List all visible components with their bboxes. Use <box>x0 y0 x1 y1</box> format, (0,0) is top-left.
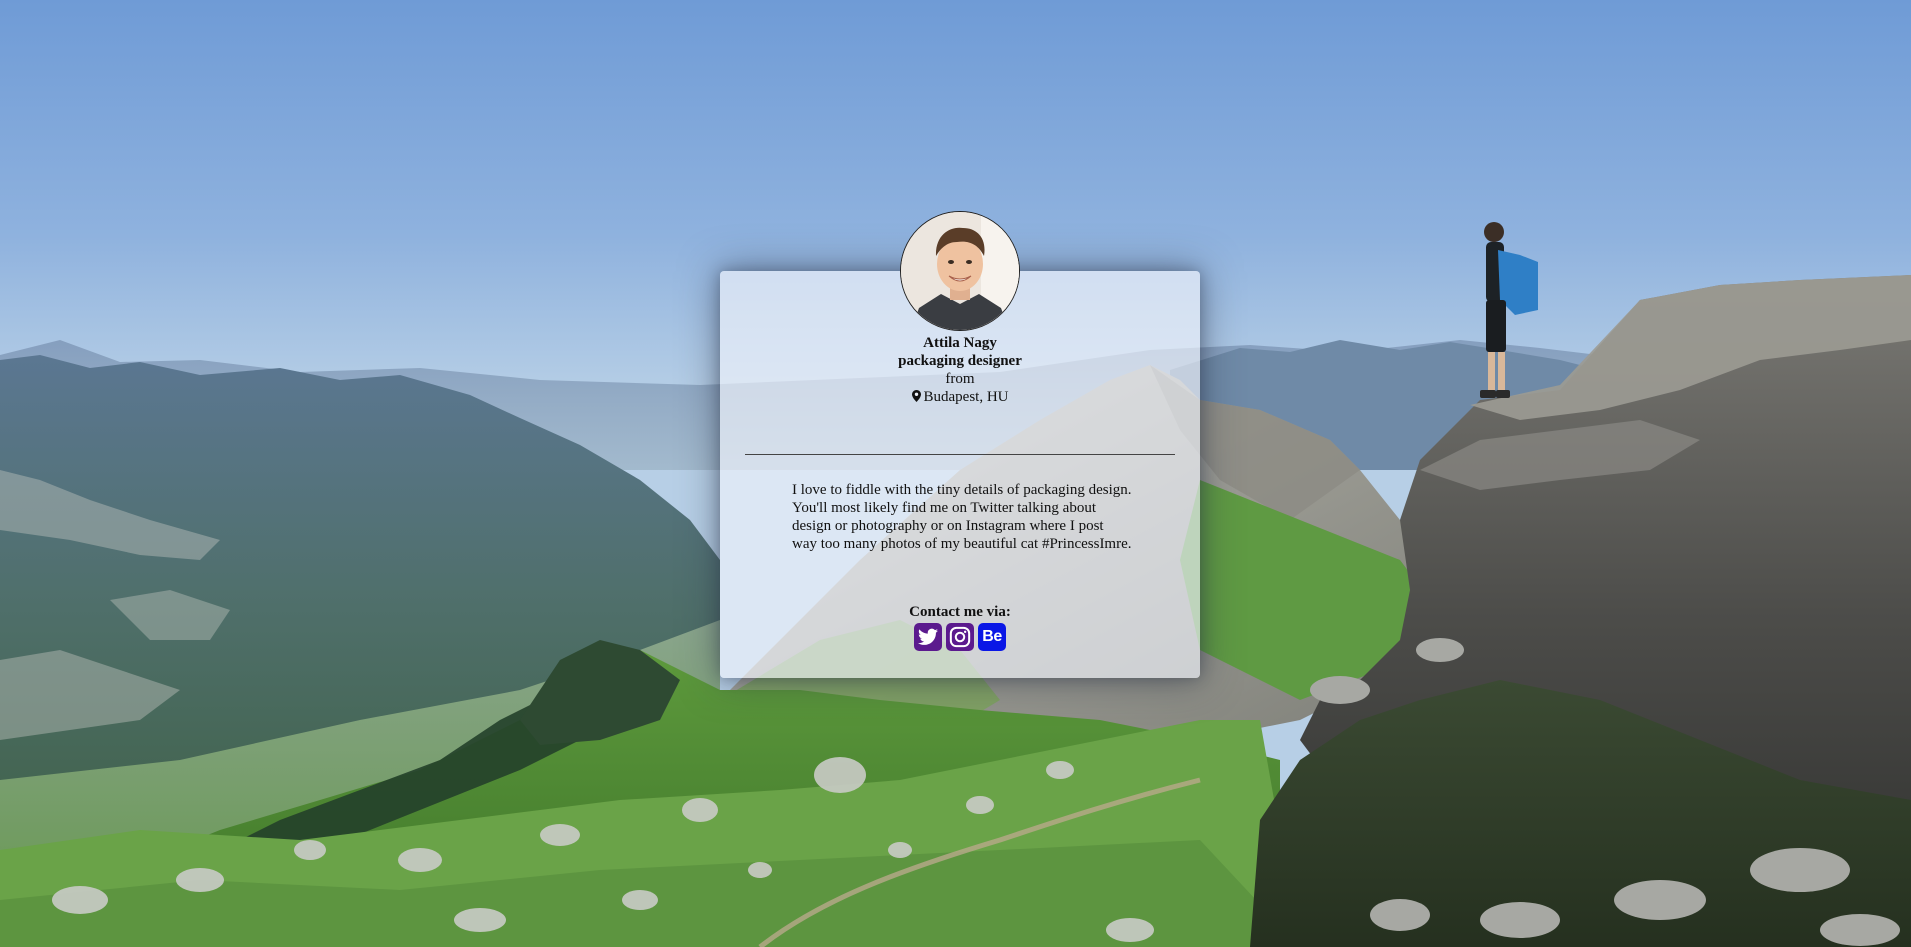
avatar <box>900 211 1020 331</box>
profile-bio: I love to fiddle with the tiny details o… <box>792 482 1132 552</box>
divider <box>745 454 1175 455</box>
from-label: from <box>945 371 975 387</box>
twitter-icon <box>918 628 938 646</box>
location-text: Budapest, HU <box>923 389 1009 405</box>
contact-label: Contact me via: <box>909 604 1011 620</box>
map-pin-icon <box>911 389 921 402</box>
profile-identity: Attila Nagy packaging designer from Buda… <box>720 334 1200 406</box>
profile-name: Attila Nagy <box>923 335 997 351</box>
location-line: Budapest, HU <box>720 388 1200 406</box>
instagram-icon <box>949 626 971 648</box>
behance-icon: Be <box>982 628 1002 645</box>
profile-title: packaging designer <box>898 353 1022 369</box>
twitter-link[interactable] <box>914 623 942 651</box>
behance-link[interactable]: Be <box>978 623 1006 651</box>
instagram-link[interactable] <box>946 623 974 651</box>
social-links: Be <box>914 623 1006 651</box>
